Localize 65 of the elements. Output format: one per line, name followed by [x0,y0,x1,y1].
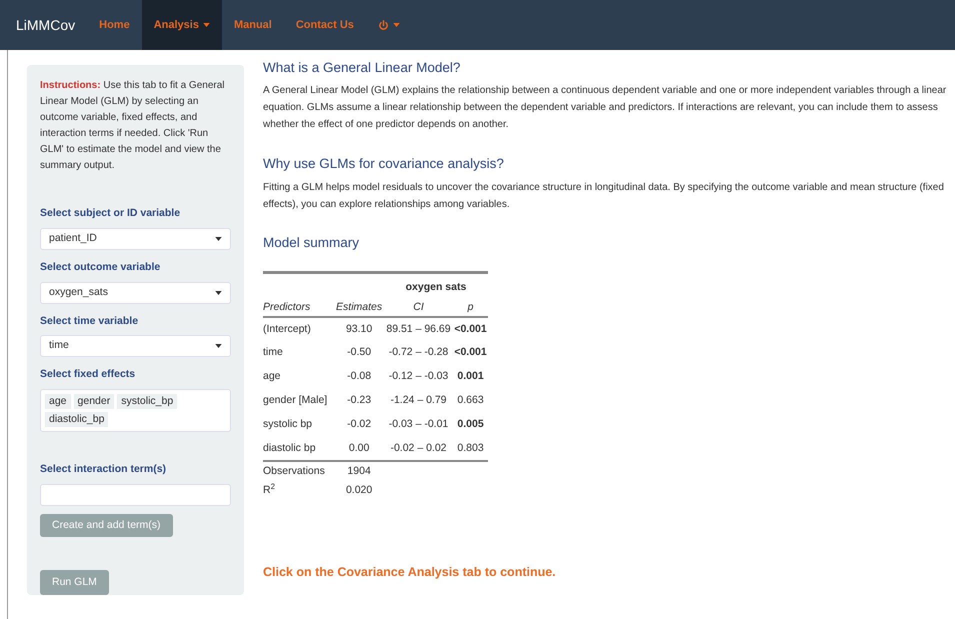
selected-tag: diastolic_bp [45,412,108,427]
section-heading: Why use GLMs for covariance analysis? [263,155,505,174]
table-cell-text: time [263,345,284,360]
nav-tab[interactable]: Home [87,0,142,50]
table-cell-text: -0.50 [346,345,372,360]
selected-tag: age [45,394,71,409]
nav-tab[interactable]: Analysis [142,0,222,50]
dropdown-select[interactable]: patient_ID [40,228,231,250]
caret-icon [215,290,222,294]
table-cell-text: 0.020 [344,483,374,498]
table-cell-text: 0.005 [456,417,485,432]
field-label: Select outcome variable [40,260,162,275]
create-term-button[interactable]: Create and add term(s) [40,514,173,538]
table-cell: -0.02 – 0.02 [384,437,454,462]
table-cell-text: -0.08 [346,369,372,384]
table-cell-text: -0.03 – -0.01 [388,417,450,432]
brand-title: LiMMCov [16,16,76,34]
table-cell-text: -0.72 – -0.28 [388,345,450,360]
table-cell-text: -1.24 – 0.79 [389,393,448,408]
field-label: Select fixed effects [40,367,136,382]
paragraph: Fitting a GLM helps model residuals to uncover the covariance structure in longitudinal data. By specifying the outcome variable and mean structure (fixed effects), you can explore relationships among variables. [263,180,945,212]
text-input[interactable] [40,484,231,506]
table-cell: 89.51 – 96.69 [384,317,454,342]
table-cell-text: gender [Male] [263,393,328,408]
table-cell-text: age [263,369,282,384]
section-heading: What is a General Linear Model? [263,59,462,77]
caret-icon [215,344,222,348]
table-cell-text: -0.23 [346,393,372,408]
table-cell: 1904 [334,461,384,482]
table-cell-text: <0.001 [453,345,488,360]
paragraph: A General Linear Model (GLM) explains the relationship between a continuous dependent variable and one or more independent variables through a linear equation. GLMs assume a linear relationship between the dependent variable and predictors. If interactions are relevant, you can include them to assess whether the effect of one predictor depends on another. [263,84,948,132]
nav-tab[interactable]: Contact Us [284,0,366,50]
table-cell-text: 0.001 [456,369,485,384]
table-header: oxygen sats [384,272,488,296]
multi-select-field[interactable]: age gender systolic_bp diastolic_bp [40,389,231,432]
field-label: Select time variable [40,314,140,328]
column-header: Estimates [334,296,384,318]
table-cell-text: R$^{2}$ [263,481,276,498]
selected-tag: gender [74,394,114,409]
column-header: CI [384,296,454,318]
dropdown-select[interactable]: oxygen_sats [40,282,231,304]
table-cell-text: -0.02 [346,417,372,432]
run-button[interactable]: Run GLM [40,570,109,595]
continue-note: Click on the Covariance Analysis tab to continue. [263,564,557,582]
table-cell: 93.10 [334,317,384,342]
section-heading: Model summary [263,234,360,252]
table-cell-text: systolic bp [263,417,314,432]
caret-icon [215,236,222,241]
table-cell: 0.803 [453,437,488,462]
nav-tab[interactable]: Manual [222,0,284,50]
field-label: Select interaction term(s) [40,462,168,477]
table-cell: diastolic bp [263,437,334,462]
table-cell: 0.00 [334,437,384,462]
table-cell-text: 0.663 [456,393,485,408]
dropdown-select[interactable]: time [40,335,231,358]
table-cell: (Intercept) [263,317,334,342]
table-cell: Observations [263,461,334,482]
table-cell-text: -0.12 – -0.03 [388,369,450,384]
table-cell: <0.001 [453,317,488,342]
column-header: p [453,296,488,318]
power-icon [378,20,389,30]
field-label: Select subject or ID variable [40,206,182,221]
column-header: Predictors [263,296,334,318]
instructions-text: Instructions: Use this tab to fit a General Linear Model (GLM) by selecting an outcome variable, fixed effects, and interaction terms if needed. Click 'Run GLM' to estimate the model and view the summary output. [40,79,226,173]
selected-tag: systolic_bp [117,394,178,409]
